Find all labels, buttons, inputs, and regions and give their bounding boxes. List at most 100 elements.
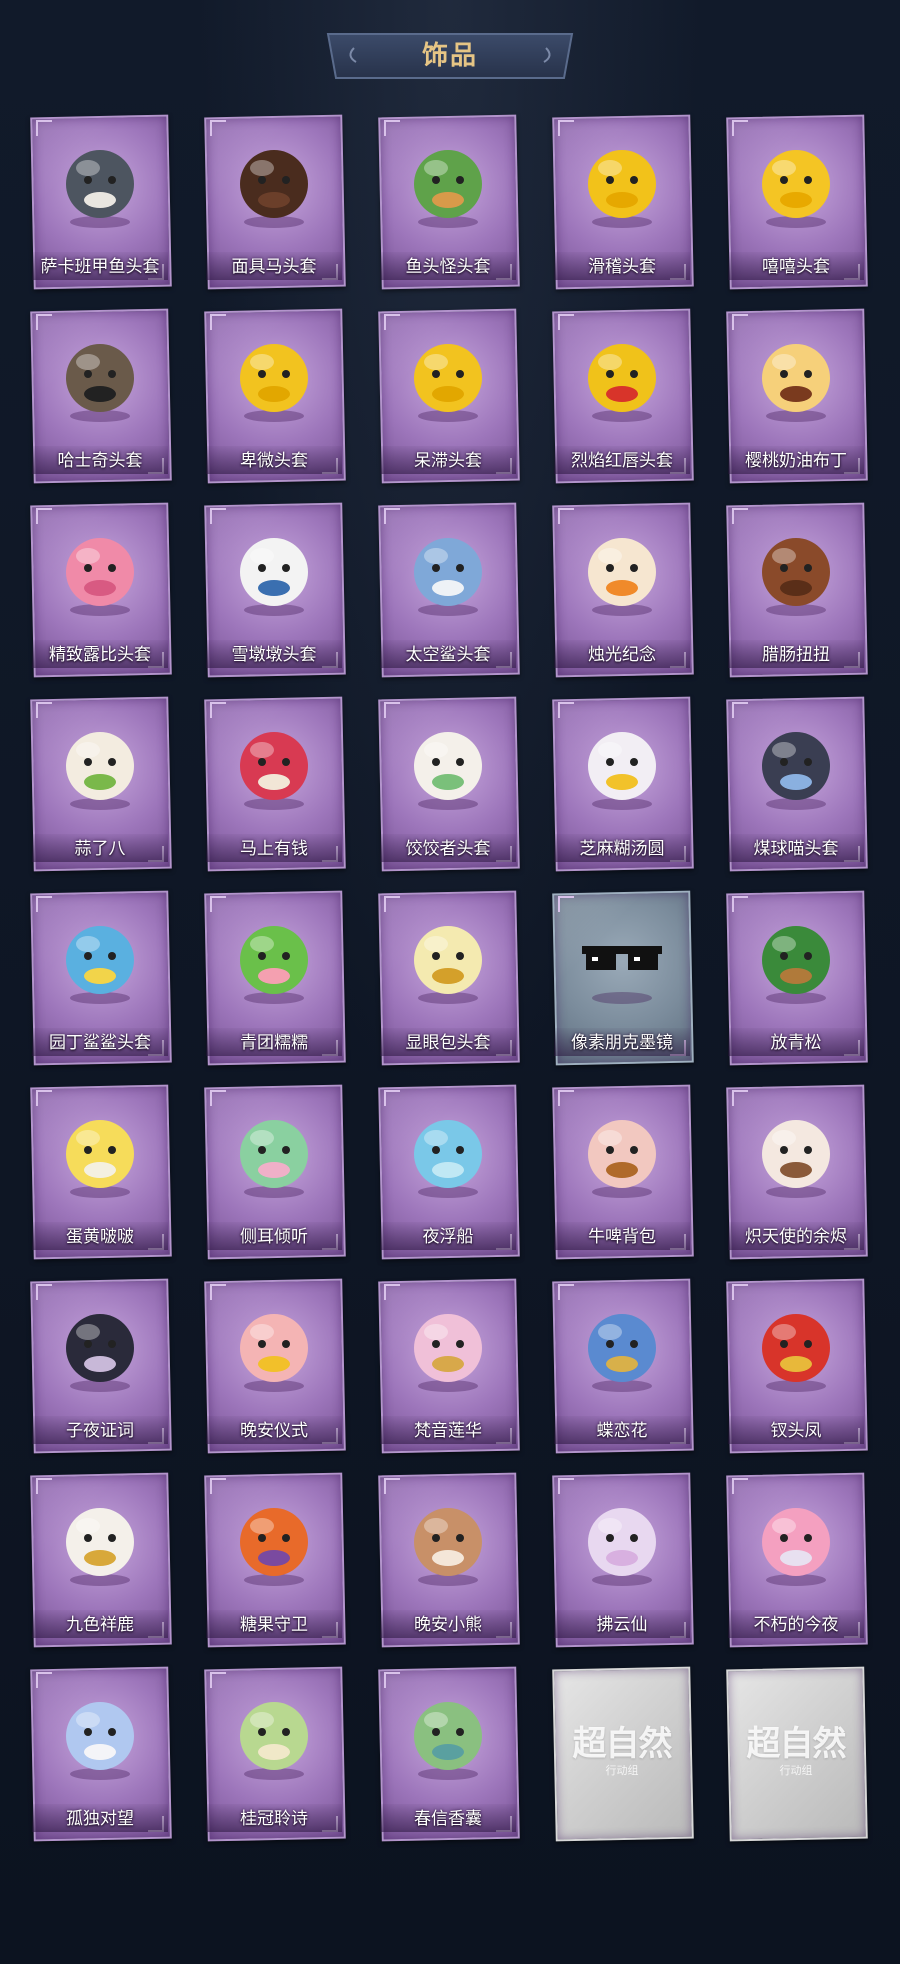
- dazed-face-icon: [414, 344, 482, 422]
- accessory-name: 晚安小熊: [414, 1615, 482, 1635]
- accessory-card[interactable]: 超自然 行动组: [724, 1666, 868, 1842]
- accessory-name: 牛啤背包: [588, 1227, 656, 1247]
- accessory-name: 侧耳倾听: [240, 1227, 308, 1247]
- accessory-card[interactable]: 烛光纪念: [550, 502, 694, 678]
- accessory-card[interactable]: 卑微头套: [202, 308, 346, 484]
- husky-head-icon: [66, 344, 134, 422]
- accessory-card[interactable]: 梵音莲华: [376, 1278, 520, 1454]
- accessory-card[interactable]: 鱼头怪头套: [376, 114, 520, 290]
- accessory-card[interactable]: 晚安仪式: [202, 1278, 346, 1454]
- angel-icon: [762, 1120, 830, 1198]
- fish-monster-head-icon: [414, 150, 482, 228]
- accessory-card[interactable]: 子夜证词: [28, 1278, 172, 1454]
- gardener-shark-icon: [66, 926, 134, 1004]
- accessory-name: 烈焰红唇头套: [571, 451, 673, 471]
- scarecrow-icon: [240, 1508, 308, 1586]
- accessory-name: 卑微头套: [240, 451, 308, 471]
- accessory-card[interactable]: 孤独对望: [28, 1666, 172, 1842]
- accessory-name: 呆滞头套: [414, 451, 482, 471]
- accessory-card[interactable]: 精致露比头套: [28, 502, 172, 678]
- accessory-name: 樱桃奶油布丁: [745, 451, 847, 471]
- placeholder-logo-subtitle: 行动组: [779, 1764, 813, 1777]
- accessory-name: 拂云仙: [596, 1615, 648, 1635]
- accessory-card[interactable]: 面具马头套: [202, 114, 346, 290]
- accessory-card[interactable]: 呆滞头套: [376, 308, 520, 484]
- accessory-card[interactable]: 烈焰红唇头套: [550, 308, 694, 484]
- accessory-card[interactable]: 像素朋克墨镜: [550, 890, 694, 1066]
- moon-doll-icon: [66, 1702, 134, 1780]
- accessory-name: 梵音莲华: [414, 1421, 482, 1441]
- accessory-name: 桂冠聆诗: [240, 1809, 308, 1829]
- pig-doll-icon: [240, 1314, 308, 1392]
- butterfly-bell-icon: [588, 1314, 656, 1392]
- accessory-name: 九色祥鹿: [66, 1615, 134, 1635]
- accessory-card[interactable]: 钗头凤: [724, 1278, 868, 1454]
- accessory-card[interactable]: 煤球喵头套: [724, 696, 868, 872]
- accessory-card[interactable]: 春信香囊: [376, 1666, 520, 1842]
- accessory-name: 萨卡班甲鱼头套: [40, 257, 160, 277]
- accessory-name: 滑稽头套: [588, 257, 656, 277]
- pixel-sunglasses-icon: [582, 946, 662, 1004]
- red-horse-icon: [240, 732, 308, 810]
- accessory-name: 鱼头怪头套: [405, 257, 491, 277]
- accessory-name: 糖果守卫: [240, 1615, 308, 1635]
- accessory-name: 青团糯糯: [240, 1033, 308, 1053]
- accessory-card[interactable]: 不朽的今夜: [724, 1472, 868, 1648]
- accessory-name: 蛋黄啵啵: [66, 1227, 134, 1247]
- accessory-name: 园丁鲨鲨头套: [49, 1033, 151, 1053]
- accessory-name: 夜浮船: [422, 1227, 474, 1247]
- accessory-name: 子夜证词: [66, 1421, 134, 1441]
- accessory-card[interactable]: 炽天使的余烬: [724, 1084, 868, 1260]
- accessory-card[interactable]: 侧耳倾听: [202, 1084, 346, 1260]
- bear-icon: [414, 1508, 482, 1586]
- accessory-card[interactable]: 蒜了八: [28, 696, 172, 872]
- accessory-card[interactable]: 饺饺者头套: [376, 696, 520, 872]
- accessory-card[interactable]: 糖果守卫: [202, 1472, 346, 1648]
- pikachu-head-icon: [588, 344, 656, 422]
- accessory-card[interactable]: 马上有钱: [202, 696, 346, 872]
- dumpling-icon: [414, 732, 482, 810]
- accessory-name: 煤球喵头套: [753, 839, 839, 859]
- laurel-doll-icon: [240, 1702, 308, 1780]
- accessory-card[interactable]: 放青松: [724, 890, 868, 1066]
- candle-icon: [588, 538, 656, 616]
- accessory-name: 春信香囊: [414, 1809, 482, 1829]
- accessory-card[interactable]: 芝麻糊汤圆: [550, 696, 694, 872]
- section-header: 饰品: [318, 30, 582, 82]
- accessory-card[interactable]: 超自然 行动组: [550, 1666, 694, 1842]
- accessory-card[interactable]: 桂冠聆诗: [202, 1666, 346, 1842]
- accessory-card[interactable]: 牛啤背包: [550, 1084, 694, 1260]
- immortal-doll-icon: [588, 1508, 656, 1586]
- horse-head-icon: [240, 150, 308, 228]
- accessory-name: 显眼包头套: [405, 1033, 491, 1053]
- accessory-name: 放青松: [770, 1033, 822, 1053]
- accessory-card[interactable]: 滑稽头套: [550, 114, 694, 290]
- accessory-name: 蒜了八: [74, 839, 126, 859]
- accessory-name: 蝶恋花: [596, 1421, 648, 1441]
- accessory-card[interactable]: 腊肠扭扭: [724, 502, 868, 678]
- accessory-card[interactable]: 园丁鲨鲨头套: [28, 890, 172, 1066]
- accessory-card[interactable]: 萨卡班甲鱼头套: [28, 114, 172, 290]
- accessory-card[interactable]: 拂云仙: [550, 1472, 694, 1648]
- accessory-card[interactable]: 嘻嘻头套: [724, 114, 868, 290]
- accessory-card[interactable]: 蛋黄啵啵: [28, 1084, 172, 1260]
- accessory-card[interactable]: 雪墩墩头套: [202, 502, 346, 678]
- rice-ball-icon: [588, 732, 656, 810]
- accessory-card[interactable]: 夜浮船: [376, 1084, 520, 1260]
- accessory-card[interactable]: 九色祥鹿: [28, 1472, 172, 1648]
- dachshund-icon: [762, 538, 830, 616]
- placeholder-logo-subtitle: 行动组: [605, 1764, 639, 1777]
- accessory-card[interactable]: 蝶恋花: [550, 1278, 694, 1454]
- accessory-card[interactable]: 樱桃奶油布丁: [724, 308, 868, 484]
- accessory-card[interactable]: 显眼包头套: [376, 890, 520, 1066]
- accessory-card[interactable]: 晚安小熊: [376, 1472, 520, 1648]
- phoenix-crown-icon: [762, 1314, 830, 1392]
- accessory-card[interactable]: 青团糯糯: [202, 890, 346, 1066]
- snowman-head-icon: [240, 538, 308, 616]
- accessory-name: 嘻嘻头套: [762, 257, 830, 277]
- garlic-icon: [66, 732, 134, 810]
- accessory-card[interactable]: 哈士奇头套: [28, 308, 172, 484]
- accessory-card[interactable]: 太空鲨头套: [376, 502, 520, 678]
- section-title: 饰品: [421, 41, 478, 71]
- pink-cat-bowl-icon: [762, 1508, 830, 1586]
